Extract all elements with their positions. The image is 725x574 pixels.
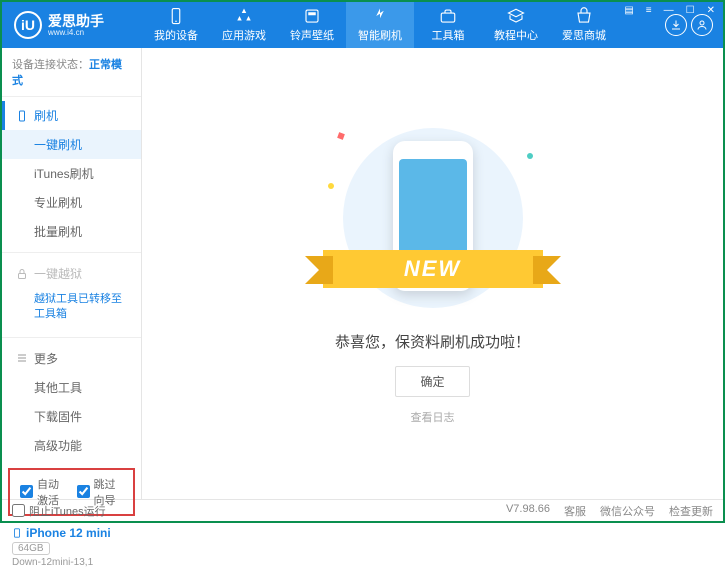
- sidebar-item-other-tools[interactable]: 其他工具: [2, 373, 141, 402]
- footer-link-support[interactable]: 客服: [564, 503, 586, 519]
- download-button[interactable]: [665, 14, 687, 36]
- phone-small-icon: [16, 110, 28, 122]
- footer-link-update[interactable]: 检查更新: [669, 503, 713, 519]
- footer-right: V7.98.66 客服 微信公众号 检查更新: [506, 503, 713, 519]
- tab-tutorials[interactable]: 教程中心: [482, 2, 550, 48]
- sidebar: 设备连接状态：正常模式 刷机 一键刷机 iTunes刷机 专业刷机 批量刷机 一…: [2, 48, 142, 499]
- close-icon[interactable]: ✕: [705, 4, 717, 17]
- minimize-icon[interactable]: —: [662, 4, 676, 17]
- checkbox-block-itunes[interactable]: 阻止iTunes运行: [12, 503, 106, 519]
- download-icon: [670, 19, 682, 31]
- tab-smart-flash[interactable]: 智能刷机: [346, 2, 414, 48]
- device-capacity: 64GB: [12, 542, 50, 555]
- title-right: [665, 14, 723, 36]
- sidebar-item-oneclick-flash[interactable]: 一键刷机: [2, 130, 141, 159]
- header-jailbreak[interactable]: 一键越狱: [2, 259, 141, 288]
- tab-apps-games[interactable]: 应用游戏: [210, 2, 278, 48]
- sidebar-item-itunes-flash[interactable]: iTunes刷机: [2, 159, 141, 188]
- confetti-icon: [527, 153, 533, 159]
- app-name: 爱思助手: [48, 14, 104, 28]
- sidebar-item-batch-flash[interactable]: 批量刷机: [2, 217, 141, 246]
- group-jailbreak: 一键越狱 越狱工具已转移至工具箱: [2, 255, 141, 335]
- maximize-icon[interactable]: ☐: [684, 4, 697, 17]
- new-ribbon: NEW: [323, 250, 543, 288]
- body: 设备连接状态：正常模式 刷机 一键刷机 iTunes刷机 专业刷机 批量刷机 一…: [2, 48, 723, 499]
- header-flash[interactable]: 刷机: [2, 101, 141, 130]
- divider: [2, 337, 141, 338]
- device-info[interactable]: iPhone 12 mini 64GB Down-12mini-13,1: [2, 520, 141, 574]
- main-content: NEW 恭喜您，保资料刷机成功啦！ 确定 查看日志: [142, 48, 723, 499]
- apps-icon: [235, 7, 253, 25]
- menu-icon[interactable]: ▤: [622, 4, 635, 17]
- app-window: ▤ ≡ — ☐ ✕ iU 爱思助手 www.i4.cn 我的设备 应用游戏 铃声: [0, 0, 725, 523]
- settings-icon[interactable]: ≡: [644, 4, 654, 17]
- sidebar-item-download-firmware[interactable]: 下载固件: [2, 402, 141, 431]
- wallpaper-icon: [303, 7, 321, 25]
- tab-toolbox[interactable]: 工具箱: [414, 2, 482, 48]
- toolbox-icon: [439, 7, 457, 25]
- lock-icon: [16, 268, 28, 280]
- sidebar-item-advanced[interactable]: 高级功能: [2, 431, 141, 460]
- flash-icon: [371, 7, 389, 25]
- divider: [2, 252, 141, 253]
- ok-button[interactable]: 确定: [395, 366, 469, 397]
- view-log-link[interactable]: 查看日志: [411, 409, 455, 425]
- device-model: Down-12mini-13,1: [12, 557, 131, 568]
- group-more: 更多 其他工具 下载固件 高级功能: [2, 340, 141, 464]
- app-url: www.i4.cn: [48, 28, 104, 37]
- version-label: V7.98.66: [506, 503, 550, 519]
- tab-my-device[interactable]: 我的设备: [142, 2, 210, 48]
- jailbreak-note[interactable]: 越狱工具已转移至工具箱: [2, 288, 141, 331]
- tutorial-icon: [507, 7, 525, 25]
- footer-link-wechat[interactable]: 微信公众号: [600, 503, 655, 519]
- group-flash: 刷机 一键刷机 iTunes刷机 专业刷机 批量刷机: [2, 97, 141, 250]
- header-more[interactable]: 更多: [2, 344, 141, 373]
- nav-tabs: 我的设备 应用游戏 铃声壁纸 智能刷机 工具箱 教程中心: [142, 2, 665, 48]
- user-button[interactable]: [691, 14, 713, 36]
- tab-store[interactable]: 爱思商城: [550, 2, 618, 48]
- logo[interactable]: iU 爱思助手 www.i4.cn: [2, 11, 142, 39]
- phone-icon: [167, 7, 185, 25]
- tab-ringtones[interactable]: 铃声壁纸: [278, 2, 346, 48]
- confetti-icon: [328, 183, 334, 189]
- window-controls: ▤ ≡ — ☐ ✕: [622, 4, 717, 17]
- store-icon: [575, 7, 593, 25]
- logo-icon: iU: [14, 11, 42, 39]
- connection-status: 设备连接状态：正常模式: [2, 48, 141, 97]
- sidebar-item-pro-flash[interactable]: 专业刷机: [2, 188, 141, 217]
- titlebar: iU 爱思助手 www.i4.cn 我的设备 应用游戏 铃声壁纸 智能刷机: [2, 2, 723, 48]
- user-icon: [696, 19, 708, 31]
- device-name: iPhone 12 mini: [12, 526, 131, 540]
- success-illustration: NEW: [333, 123, 533, 313]
- device-icon: [12, 526, 22, 540]
- menu-lines-icon: [16, 352, 28, 364]
- confetti-icon: [337, 132, 345, 140]
- success-message: 恭喜您，保资料刷机成功啦！: [335, 331, 530, 352]
